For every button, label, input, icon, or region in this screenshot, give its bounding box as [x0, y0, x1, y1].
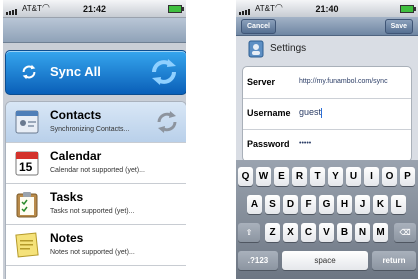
nav-bar: Cancel Save [236, 17, 418, 36]
key-k[interactable]: K [373, 195, 388, 214]
key-a[interactable]: A [247, 195, 262, 214]
status-bar: AT&T ◠ 21:40 [236, 0, 418, 18]
key-d[interactable]: D [283, 195, 298, 214]
source-row-tasks[interactable]: Tasks Tasks not supported (yet)... [6, 184, 186, 225]
status-bar: AT&T ◠ 21:42 [3, 0, 186, 18]
source-status: Synchronizing Contacts... [50, 126, 130, 133]
username-label: Username [247, 108, 291, 118]
battery-icon [400, 5, 416, 13]
key-n[interactable]: N [355, 223, 370, 242]
key-s[interactable]: S [265, 195, 280, 214]
password-label: Password [247, 139, 290, 149]
key-z[interactable]: Z [265, 223, 280, 242]
key-r[interactable]: R [292, 167, 307, 186]
key-j[interactable]: J [355, 195, 370, 214]
sources-list: Contacts Synchronizing Contacts... 15 Ca… [5, 101, 186, 279]
server-input[interactable]: http://my.funambol.com/sync [299, 78, 388, 85]
status-time: 21:40 [315, 4, 339, 14]
key-g[interactable]: G [319, 195, 334, 214]
numbers-key[interactable]: .?123 [238, 251, 278, 270]
key-q[interactable]: Q [238, 167, 253, 186]
key-e[interactable]: E [274, 167, 289, 186]
text-caret [321, 107, 323, 118]
contacts-icon [15, 110, 39, 134]
username-input[interactable]: guest [299, 107, 323, 118]
cancel-button[interactable]: Cancel [241, 19, 276, 34]
source-status: Calendar not supported (yet)... [50, 167, 145, 174]
left-phone-screen: AT&T ◠ 21:42 Sync All Contacts Synchroni… [3, 0, 186, 279]
shift-key[interactable]: ⇧ [238, 223, 260, 242]
password-field[interactable]: Password ••••• [243, 129, 411, 160]
key-x[interactable]: X [283, 223, 298, 242]
sync-small-icon [22, 64, 36, 80]
backspace-key[interactable]: ⌫ [394, 223, 416, 242]
space-key[interactable]: space [282, 251, 368, 270]
save-button[interactable]: Save [384, 19, 413, 34]
key-t[interactable]: T [310, 167, 325, 186]
key-p[interactable]: P [400, 167, 415, 186]
sync-all-label: Sync All [50, 64, 101, 79]
source-title: Tasks [50, 190, 84, 204]
source-status: Tasks not supported (yet)... [50, 208, 135, 215]
key-v[interactable]: V [319, 223, 334, 242]
source-status: Notes not supported (yet)... [50, 249, 135, 256]
server-field[interactable]: Server http://my.funambol.com/sync [243, 67, 411, 99]
source-title: Contacts [50, 108, 102, 122]
key-b[interactable]: B [337, 223, 352, 242]
settings-icon [248, 40, 264, 58]
source-row-contacts[interactable]: Contacts Synchronizing Contacts... [6, 102, 186, 143]
source-row-notes[interactable]: Notes Notes not supported (yet)... [6, 225, 186, 266]
username-value: guest [299, 107, 322, 117]
tasks-icon [16, 192, 38, 218]
source-row-calendar[interactable]: 15 Calendar Calendar not supported (yet)… [6, 143, 186, 184]
status-time: 21:42 [82, 4, 107, 14]
password-input[interactable]: ••••• [299, 140, 311, 147]
source-title: Calendar [50, 149, 102, 163]
settings-header: Settings [236, 36, 418, 64]
sync-icon [157, 111, 177, 133]
calendar-day: 15 [19, 160, 33, 174]
top-toolbar [3, 18, 186, 43]
sync-icon [152, 59, 176, 85]
key-h[interactable]: H [337, 195, 352, 214]
key-y[interactable]: Y [328, 167, 343, 186]
key-c[interactable]: C [301, 223, 316, 242]
key-l[interactable]: L [391, 195, 406, 214]
notes-icon [15, 232, 39, 258]
settings-title: Settings [270, 43, 307, 54]
key-w[interactable]: W [256, 167, 271, 186]
battery-icon [168, 5, 184, 13]
sync-all-button[interactable]: Sync All [5, 50, 186, 95]
key-o[interactable]: O [382, 167, 397, 186]
key-i[interactable]: I [364, 167, 379, 186]
return-key[interactable]: return [372, 251, 416, 270]
username-field[interactable]: Username guest [243, 98, 411, 130]
key-f[interactable]: F [301, 195, 316, 214]
on-screen-keyboard: Q W E R T Y U I O P A S D F G H J K L ⇧ Z X C V B N M ⌫ .?123 space re… [236, 160, 418, 279]
key-m[interactable]: M [373, 223, 388, 242]
server-label: Server [247, 77, 276, 87]
key-u[interactable]: U [346, 167, 361, 186]
source-title: Notes [50, 231, 84, 245]
right-phone-screen: AT&T ◠ 21:40 Cancel Save Settings Server… [236, 0, 418, 279]
settings-form: Server http://my.funambol.com/sync Usern… [242, 66, 412, 162]
